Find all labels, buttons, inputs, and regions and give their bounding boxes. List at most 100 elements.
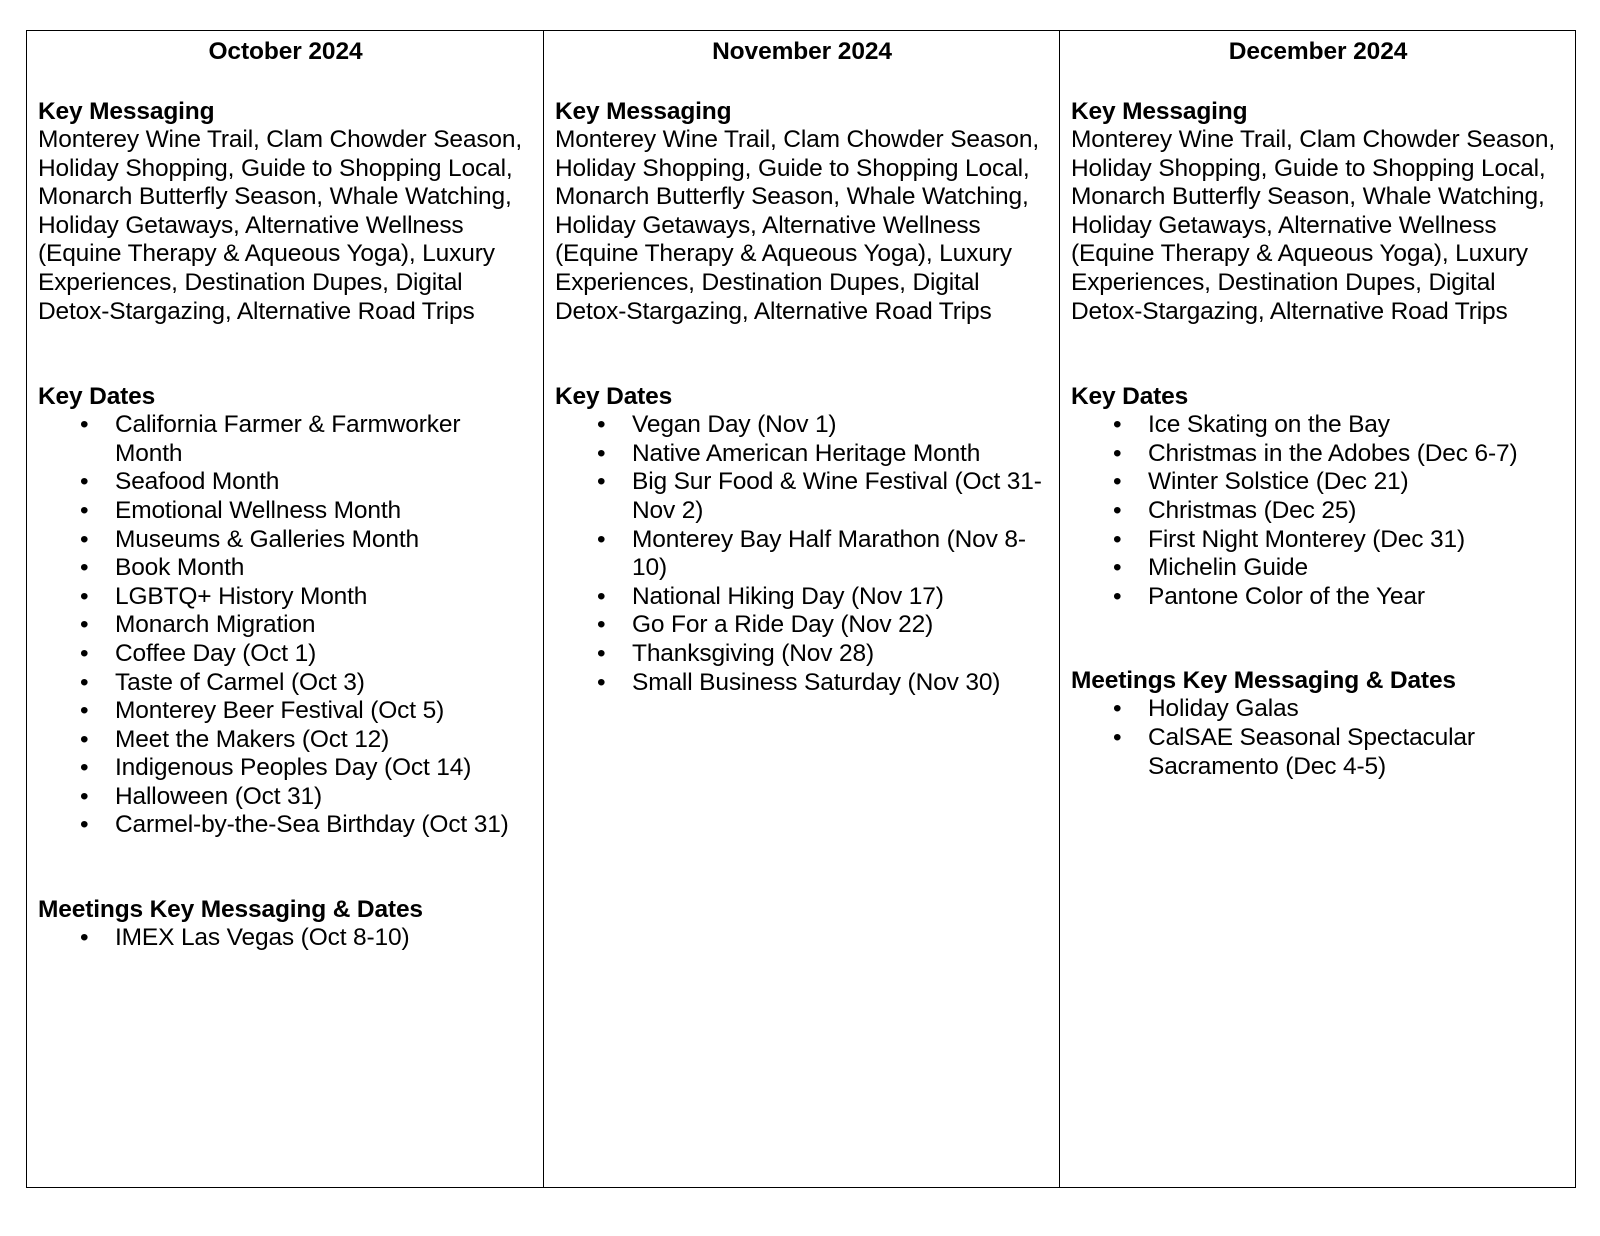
list-item-label: National Hiking Day (Nov 17) [632, 582, 944, 610]
bullet-icon: • [1113, 411, 1122, 439]
bullet-icon: • [80, 468, 89, 496]
month-title-december: December 2024 [1228, 38, 1408, 65]
list-item-label: Winter Solstice (Dec 21) [1148, 468, 1409, 496]
month-title-november: November 2024 [712, 38, 892, 65]
list-item-label: Holiday Galas [1148, 695, 1299, 723]
meetings-heading-october: Meetings Key Messaging & Dates [38, 896, 423, 924]
bullet-icon: • [597, 639, 606, 667]
key-messaging-body-november: Monterey Wine Trail, Clam Chowder Season… [555, 126, 1040, 325]
list-item: • First Night Monterey (Dec 31) [1071, 526, 1565, 555]
list-item: • Ice Skating on the Bay [1071, 411, 1565, 440]
list-item: • Vegan Day (Nov 1) [555, 411, 1049, 440]
bullet-icon: • [80, 754, 89, 782]
list-item: • Meet the Makers (Oct 12) [38, 726, 533, 755]
bullet-icon: • [80, 782, 89, 810]
bullet-icon: • [80, 582, 89, 610]
list-item-label: Christmas in the Adobes (Dec 6-7) [1148, 439, 1518, 467]
key-dates-list-november: • Vegan Day (Nov 1) • Native American Heri… [555, 411, 1049, 697]
list-item: • Native American Heritage Month [555, 440, 1049, 469]
key-dates-heading-november: Key Dates [555, 383, 673, 411]
bullet-icon: • [80, 811, 89, 839]
list-item: • Coffee Day (Oct 1) [38, 640, 533, 669]
list-item: • Emotional Wellness Month [38, 497, 533, 526]
meetings-heading-december: Meetings Key Messaging & Dates [1071, 667, 1456, 695]
bullet-icon: • [1113, 496, 1122, 524]
list-item-label: Ice Skating on the Bay [1148, 411, 1390, 439]
bullet-icon: • [1113, 695, 1122, 723]
list-item: • Winter Solstice (Dec 21) [1071, 468, 1565, 497]
bullet-icon: • [80, 924, 89, 952]
bullet-icon: • [80, 411, 89, 439]
spacer-october-1 [38, 326, 533, 382]
list-item-label: Monterey Bay Half Marathon (Nov 8-10) [632, 525, 1026, 582]
october-content: October 2024 Key Messaging Monterey Wine… [27, 31, 543, 961]
list-item: • Go For a Ride Day (Nov 22) [555, 611, 1049, 640]
list-item-label: Emotional Wellness Month [115, 496, 401, 524]
list-item-label: IMEX Las Vegas (Oct 8-10) [115, 924, 410, 952]
month-title-october: October 2024 [208, 38, 363, 65]
list-item-label: First Night Monterey (Dec 31) [1148, 525, 1465, 553]
meetings-list-october: • IMEX Las Vegas (Oct 8-10) [38, 924, 533, 953]
bullet-icon: • [597, 611, 606, 639]
month-cell-november: November 2024 Key Messaging Monterey Win… [543, 30, 1060, 1188]
bullet-icon: • [1113, 554, 1122, 582]
list-item: • Seafood Month [38, 468, 533, 497]
list-item-label: California Farmer & Farmworker Month [115, 411, 461, 467]
list-item: • Monterey Beer Festival (Oct 5) [38, 697, 533, 726]
bullet-icon: • [1113, 468, 1122, 496]
bullet-icon: • [80, 668, 89, 696]
list-item: • Monterey Bay Half Marathon (Nov 8-10) [555, 526, 1049, 583]
list-item-label: Meet the Makers (Oct 12) [115, 725, 390, 753]
list-item: • California Farmer & Farmworker Month [38, 411, 533, 468]
list-item-label: Christmas (Dec 25) [1148, 496, 1357, 524]
bullet-icon: • [1113, 525, 1122, 553]
list-item-label: Book Month [115, 554, 245, 582]
bullet-icon: • [80, 697, 89, 725]
spacer-december-2 [1071, 611, 1565, 666]
key-messaging-heading-november: Key Messaging [555, 98, 732, 125]
bullet-icon: • [80, 554, 89, 582]
list-item-label: Vegan Day (Nov 1) [632, 411, 837, 439]
list-item-label: Indigenous Peoples Day (Oct 14) [115, 754, 472, 782]
december-content: December 2024 Key Messaging Monterey Win… [1060, 31, 1575, 789]
bullet-icon: • [597, 668, 606, 696]
list-item-label: Big Sur Food & Wine Festival (Oct 31-Nov… [632, 468, 1042, 524]
key-messaging-heading-october: Key Messaging [38, 98, 215, 125]
bullet-icon: • [80, 496, 89, 524]
key-messaging-body-december: Monterey Wine Trail, Clam Chowder Season… [1071, 126, 1556, 325]
list-item: • Carmel-by-the-Sea Birthday (Oct 31) [38, 811, 533, 840]
list-item: • CalSAE Seasonal Spectacular Sacramento … [1071, 724, 1565, 781]
list-item-label: Pantone Color of the Year [1148, 582, 1425, 610]
list-item: • Monarch Migration [38, 611, 533, 640]
key-dates-list-october: • California Farmer & Farmworker Month • S… [38, 411, 533, 840]
key-messaging-body-october: Monterey Wine Trail, Clam Chowder Season… [38, 126, 523, 325]
bullet-icon: • [597, 411, 606, 439]
list-item: • Book Month [38, 554, 533, 583]
meetings-list-december: • Holiday Galas • CalSAE Seasonal Spectacu… [1071, 695, 1565, 781]
list-item-label: Michelin Guide [1148, 554, 1308, 582]
bullet-icon: • [597, 582, 606, 610]
bullet-icon: • [80, 639, 89, 667]
bullet-icon: • [597, 468, 606, 496]
bullet-icon: • [1113, 723, 1122, 751]
editorial-calendar-table: October 2024 Key Messaging Monterey Wine… [26, 30, 1576, 1188]
month-cell-october: October 2024 Key Messaging Monterey Wine… [26, 30, 544, 1188]
bullet-icon: • [80, 525, 89, 553]
list-item: • IMEX Las Vegas (Oct 8-10) [38, 924, 533, 953]
november-content: November 2024 Key Messaging Monterey Win… [544, 31, 1059, 705]
list-item-label: Taste of Carmel (Oct 3) [115, 668, 365, 696]
spacer-november-1 [555, 326, 1049, 382]
table-row: October 2024 Key Messaging Monterey Wine… [26, 30, 1576, 1188]
list-item: • Museums & Galleries Month [38, 526, 533, 555]
bullet-icon: • [80, 611, 89, 639]
list-item: • National Hiking Day (Nov 17) [555, 583, 1049, 612]
key-dates-heading-december: Key Dates [1071, 383, 1189, 411]
list-item-label: Seafood Month [115, 468, 280, 496]
bullet-icon: • [1113, 439, 1122, 467]
list-item-label: CalSAE Seasonal Spectacular Sacramento (… [1148, 723, 1475, 780]
list-item-label: Carmel-by-the-Sea Birthday (Oct 31) [115, 811, 509, 839]
page-canvas: October 2024 Key Messaging Monterey Wine… [0, 0, 1600, 1236]
list-item: • Thanksgiving (Nov 28) [555, 640, 1049, 669]
bullet-icon: • [80, 725, 89, 753]
key-dates-list-december: • Ice Skating on the Bay • Christmas in th… [1071, 411, 1565, 611]
